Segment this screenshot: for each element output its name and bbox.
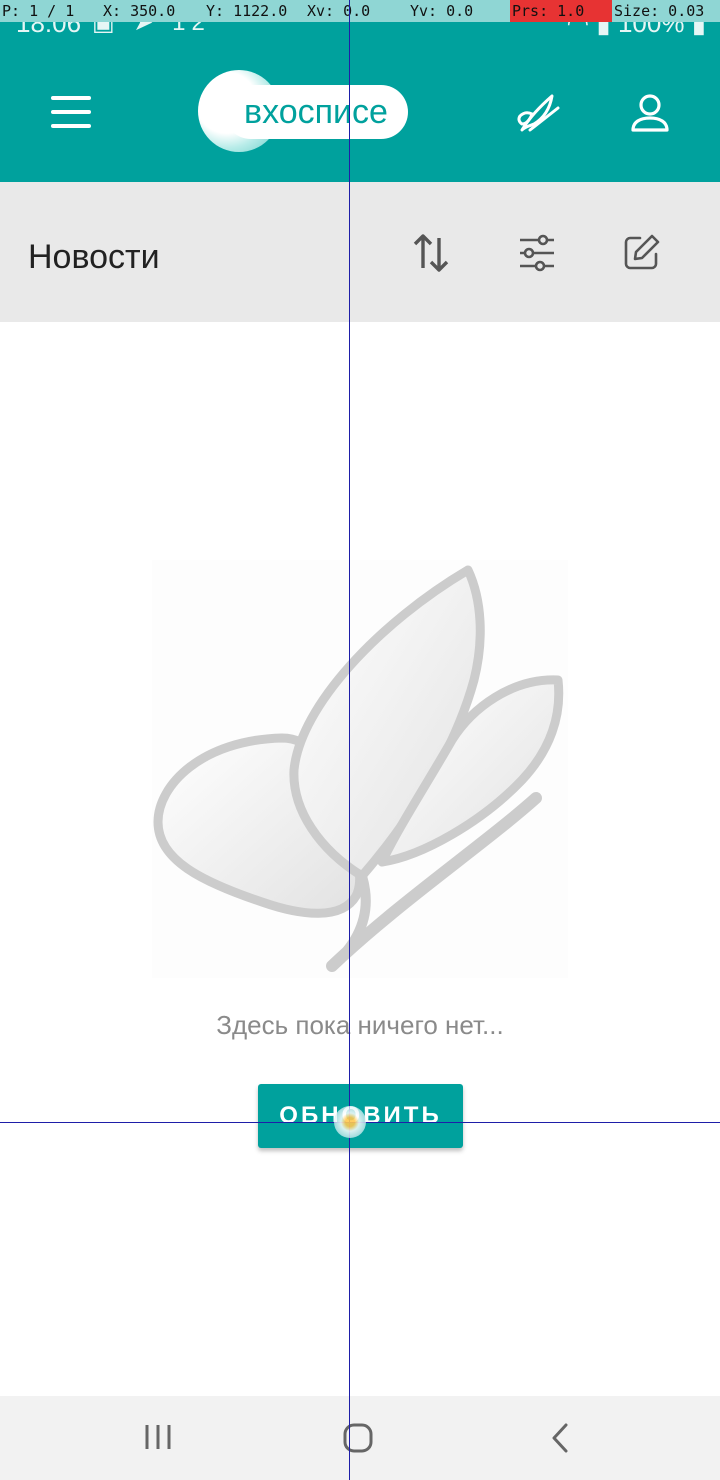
app-logo[interactable]: вхосписе — [198, 70, 412, 154]
overlay-size: Size: 0.03 — [614, 2, 705, 20]
filter-sliders-icon[interactable] — [516, 232, 558, 274]
home-icon[interactable] — [342, 1422, 374, 1454]
overlay-x: X: 350.0 — [103, 2, 176, 20]
page-title: Новости — [28, 238, 160, 276]
app-bar: 18:06 ▣ ➤ 12 ◠ ▮ 100% ▮ P: 1 / 1 X: 350.… — [0, 0, 720, 182]
pointer-location-overlay: P: 1 / 1 X: 350.0 Y: 1122.0 Xv: 0.0 Yv: … — [0, 0, 720, 22]
sort-icon[interactable] — [410, 232, 452, 274]
overlay-yv: Yv: 0.0 — [410, 2, 474, 20]
user-icon[interactable] — [628, 92, 672, 136]
pointer-crosshair-vertical — [349, 0, 350, 1480]
edit-icon[interactable] — [622, 232, 662, 272]
recents-icon[interactable] — [143, 1422, 173, 1452]
back-icon[interactable] — [548, 1422, 572, 1454]
news-toolbar: Новости — [0, 182, 720, 322]
logo-text: вхосписе — [224, 85, 408, 139]
overlay-y: Y: 1122.0 — [206, 2, 288, 20]
overlay-prs: Prs: 1.0 — [510, 0, 612, 22]
feather-pen-icon[interactable] — [514, 90, 562, 138]
system-nav-bar — [0, 1396, 720, 1480]
empty-state-message: Здесь пока ничего нет... — [216, 1010, 504, 1040]
overlay-xv: Xv: 0.0 — [307, 2, 371, 20]
overlay-pointer: P: 1 / 1 — [2, 2, 75, 20]
hamburger-menu-icon[interactable] — [42, 88, 100, 138]
butterfly-icon — [152, 560, 568, 978]
touch-indicator — [334, 1106, 366, 1138]
